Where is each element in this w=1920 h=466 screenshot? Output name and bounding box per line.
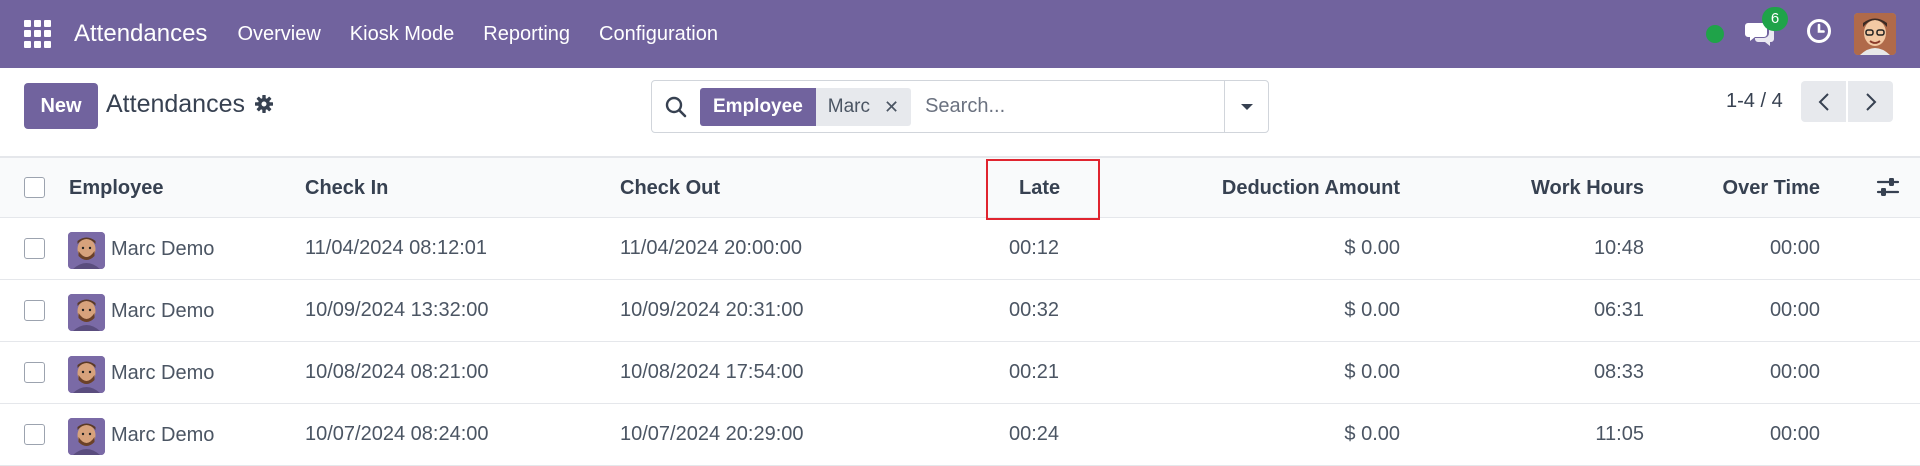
- search-icon: [665, 96, 687, 117]
- cell-late: 00:12: [1009, 237, 1060, 259]
- apps-grid-icon[interactable]: [24, 20, 52, 48]
- cell-check-out: 10/07/2024 20:29:00: [620, 423, 804, 445]
- table-row[interactable]: Marc Demo 10/09/2024 13:32:00 10/09/2024 2…: [0, 280, 1920, 342]
- row-checkbox[interactable]: [24, 362, 45, 383]
- clock-icon: [1807, 19, 1831, 43]
- chevron-left-icon: [1818, 92, 1829, 111]
- search-input[interactable]: [921, 81, 1224, 132]
- facet-label: Employee: [700, 87, 816, 126]
- cell-over-time: 00:00: [1769, 361, 1820, 383]
- table-row[interactable]: Marc Demo 11/04/2024 08:12:01 11/04/2024 2…: [0, 218, 1920, 280]
- select-all-checkbox[interactable]: [24, 177, 45, 198]
- cell-check-in: 10/07/2024 08:24:00: [305, 423, 489, 445]
- table-header: Employee Check In Check Out Late Deducti…: [0, 157, 1920, 218]
- sliders-icon: [1876, 178, 1900, 196]
- pager-previous-button[interactable]: [1801, 81, 1846, 122]
- cell-deduction-amount: $ 0.00: [1344, 299, 1400, 321]
- activity-clock-button[interactable]: [1806, 18, 1832, 50]
- employee-avatar[interactable]: [68, 356, 105, 393]
- cell-late: 00:24: [1009, 423, 1060, 445]
- column-check-in[interactable]: Check In: [305, 158, 388, 218]
- optional-columns-button[interactable]: [1876, 176, 1900, 204]
- gear-icon: [255, 95, 273, 113]
- cell-late: 00:32: [1009, 299, 1060, 321]
- new-button[interactable]: New: [24, 83, 98, 129]
- pager-next-button[interactable]: [1848, 81, 1893, 122]
- cell-work-hours: 10:48: [1593, 237, 1644, 259]
- menu-kiosk-mode[interactable]: Kiosk Mode: [350, 23, 455, 46]
- row-checkbox[interactable]: [24, 300, 45, 321]
- cell-check-out: 10/08/2024 17:54:00: [620, 361, 804, 383]
- cell-check-out: 11/04/2024 20:00:00: [620, 237, 803, 259]
- user-avatar[interactable]: [1854, 13, 1896, 55]
- column-check-out[interactable]: Check Out: [620, 158, 720, 218]
- cell-employee: Marc Demo: [111, 424, 215, 446]
- cell-check-in: 11/04/2024 08:12:01: [305, 237, 488, 259]
- cell-work-hours: 06:31: [1593, 299, 1644, 321]
- cell-deduction-amount: $ 0.00: [1344, 237, 1400, 259]
- column-late[interactable]: Late: [1019, 158, 1060, 218]
- caret-down-icon: [1240, 103, 1253, 110]
- cell-deduction-amount: $ 0.00: [1344, 423, 1400, 445]
- cell-over-time: 00:00: [1769, 237, 1820, 259]
- cell-employee: Marc Demo: [111, 362, 215, 384]
- navbar-systray: 6: [1706, 7, 1896, 55]
- pager-value[interactable]: 1-4 / 4: [1726, 90, 1783, 113]
- control-panel: New Attendances Employee Marc ✕ Search..…: [0, 68, 1920, 157]
- menu-overview[interactable]: Overview: [237, 23, 320, 46]
- cell-employee: Marc Demo: [111, 238, 215, 260]
- messaging-button[interactable]: 6: [1744, 7, 1788, 49]
- search-button[interactable]: [652, 81, 700, 132]
- attendance-list: Employee Check In Check Out Late Deducti…: [0, 157, 1920, 466]
- cell-employee: Marc Demo: [111, 300, 215, 322]
- cell-over-time: 00:00: [1769, 423, 1820, 445]
- table-row[interactable]: Marc Demo 10/07/2024 08:24:00 10/07/2024 2…: [0, 404, 1920, 466]
- chevron-right-icon: [1865, 92, 1876, 111]
- employee-avatar[interactable]: [68, 294, 105, 331]
- presence-status-icon: [1706, 25, 1724, 43]
- cell-check-in: 10/08/2024 08:21:00: [305, 361, 489, 383]
- column-employee[interactable]: Employee: [69, 158, 163, 218]
- cell-work-hours: 11:05: [1595, 423, 1644, 445]
- menu-configuration[interactable]: Configuration: [599, 23, 718, 46]
- search-options-toggle[interactable]: [1224, 81, 1268, 132]
- search-facet: Employee Marc ✕: [700, 87, 912, 126]
- facet-remove-icon[interactable]: ✕: [884, 88, 899, 126]
- cell-over-time: 00:00: [1769, 299, 1820, 321]
- app-title[interactable]: Attendances: [74, 20, 207, 48]
- top-navbar: Attendances Overview Kiosk Mode Reportin…: [0, 0, 1920, 68]
- cell-deduction-amount: $ 0.00: [1344, 361, 1400, 383]
- cell-check-out: 10/09/2024 20:31:00: [620, 299, 804, 321]
- cell-late: 00:21: [1009, 361, 1060, 383]
- employee-avatar[interactable]: [68, 232, 105, 269]
- table-row[interactable]: Marc Demo 10/08/2024 08:21:00 10/08/2024 1…: [0, 342, 1920, 404]
- employee-avatar[interactable]: [68, 418, 105, 455]
- row-checkbox[interactable]: [24, 238, 45, 259]
- column-work-hours[interactable]: Work Hours: [1450, 158, 1644, 218]
- action-gear-button[interactable]: [254, 94, 274, 120]
- column-deduction-amount[interactable]: Deduction Amount: [1150, 158, 1400, 218]
- chat-count-badge: 6: [1762, 7, 1788, 31]
- facet-value-wrap: Marc ✕: [815, 87, 912, 126]
- menu-reporting[interactable]: Reporting: [483, 23, 570, 46]
- page-title: Attendances: [106, 90, 245, 118]
- user-avatar-icon: [1854, 13, 1896, 55]
- column-over-time[interactable]: Over Time: [1700, 158, 1820, 218]
- cell-work-hours: 08:33: [1593, 361, 1644, 383]
- row-checkbox[interactable]: [24, 424, 45, 445]
- cell-check-in: 10/09/2024 13:32:00: [305, 299, 489, 321]
- search-bar: Employee Marc ✕: [651, 80, 1269, 133]
- facet-value: Marc: [827, 95, 870, 117]
